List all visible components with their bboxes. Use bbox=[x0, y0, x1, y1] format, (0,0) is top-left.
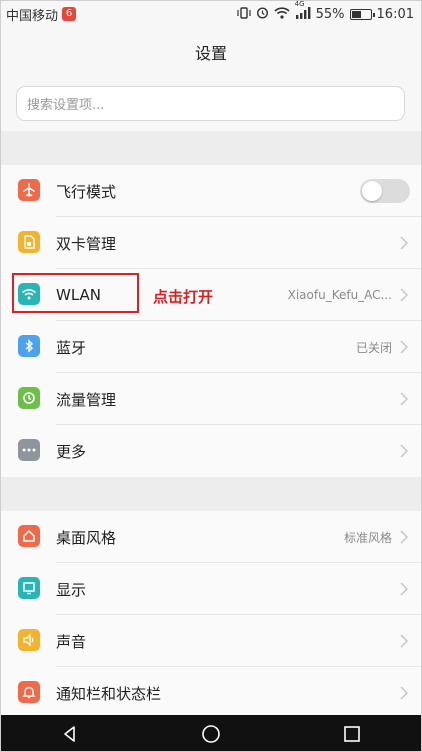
back-button[interactable] bbox=[50, 719, 90, 749]
chevron-right-icon bbox=[400, 634, 409, 648]
settings-item-label: 双卡管理 bbox=[56, 234, 117, 253]
page-title: 设置 bbox=[194, 44, 227, 63]
page-title-bar: 设置 bbox=[0, 28, 422, 76]
wifi-status-icon bbox=[274, 6, 290, 22]
chevron-right-icon bbox=[400, 288, 409, 302]
chevron-right-icon bbox=[400, 582, 409, 596]
settings-item-data-usage[interactable]: 流量管理 bbox=[0, 373, 422, 425]
search-input[interactable]: 搜索设置项... bbox=[16, 86, 405, 121]
chevron-right-icon bbox=[400, 530, 409, 544]
display-icon bbox=[18, 577, 40, 599]
search-area: 搜索设置项... bbox=[0, 76, 422, 131]
chevron-right-icon bbox=[400, 340, 409, 354]
sound-icon bbox=[18, 629, 40, 651]
network-type: 4G bbox=[294, 0, 305, 8]
settings-item-notifications[interactable]: 通知栏和状态栏 bbox=[0, 667, 422, 719]
clock-time: 16:01 bbox=[376, 6, 414, 22]
battery-icon bbox=[349, 8, 375, 20]
chevron-right-icon bbox=[400, 392, 409, 406]
chevron-right-icon bbox=[400, 236, 409, 250]
chevron-right-icon bbox=[400, 686, 409, 700]
home-style-value: 标准风格 bbox=[343, 530, 392, 545]
home-button[interactable] bbox=[191, 719, 231, 749]
data-usage-icon bbox=[18, 387, 40, 409]
settings-item-home-style[interactable]: 桌面风格 标准风格 bbox=[0, 511, 422, 563]
home-circle-icon bbox=[202, 724, 220, 743]
settings-item-label: 声音 bbox=[56, 632, 87, 651]
bluetooth-icon bbox=[18, 335, 40, 357]
carrier-name: 中国移动 bbox=[6, 8, 59, 24]
settings-item-dual-sim[interactable]: 双卡管理 bbox=[0, 217, 422, 269]
signal-icon: 4G bbox=[295, 0, 311, 22]
settings-group-display: 桌面风格 标准风格 显示 声音 通知栏和状态栏 bbox=[0, 511, 422, 719]
sim-card-icon bbox=[18, 231, 40, 253]
wlan-network-name: Xiaofu_Kefu_AC... bbox=[287, 288, 392, 302]
airplane-icon bbox=[18, 179, 40, 201]
settings-item-label: 桌面风格 bbox=[56, 528, 117, 547]
settings-item-label: 流量管理 bbox=[56, 390, 117, 409]
search-placeholder: 搜索设置项... bbox=[27, 98, 105, 113]
home-icon bbox=[18, 525, 40, 547]
settings-item-airplane-mode[interactable]: 飞行模式 bbox=[0, 165, 422, 217]
settings-item-label: 更多 bbox=[56, 442, 87, 461]
recents-button[interactable] bbox=[332, 719, 372, 749]
settings-item-display[interactable]: 显示 bbox=[0, 563, 422, 615]
section-gap bbox=[0, 477, 422, 511]
carrier-badge-icon: 6 bbox=[62, 7, 77, 21]
settings-item-label: 通知栏和状态栏 bbox=[56, 684, 162, 703]
settings-item-label: 蓝牙 bbox=[56, 338, 87, 357]
settings-item-more[interactable]: 更多 bbox=[0, 425, 422, 477]
battery-percent: 55% bbox=[315, 6, 345, 22]
settings-group-network: 飞行模式 双卡管理 WLAN Xiaofu_Kefu_AC... 蓝牙 已关闭 bbox=[0, 165, 422, 477]
bluetooth-status: 已关闭 bbox=[355, 340, 392, 355]
airplane-mode-toggle[interactable] bbox=[360, 179, 410, 203]
settings-item-bluetooth[interactable]: 蓝牙 已关闭 bbox=[0, 321, 422, 373]
settings-item-label: 显示 bbox=[56, 580, 87, 599]
back-triangle-icon bbox=[64, 725, 76, 742]
bell-icon bbox=[18, 681, 40, 703]
vibrate-icon bbox=[237, 6, 251, 22]
section-gap bbox=[0, 131, 422, 165]
chevron-right-icon bbox=[400, 444, 409, 458]
recents-square-icon bbox=[343, 725, 360, 742]
status-bar: 中国移动 6 4G 55% 16:01 bbox=[0, 0, 422, 28]
settings-item-label: 飞行模式 bbox=[56, 182, 117, 201]
alarm-icon bbox=[256, 6, 269, 22]
tap-to-open-annotation: 点击打开 bbox=[153, 288, 214, 306]
navigation-bar bbox=[0, 715, 422, 752]
settings-item-sound[interactable]: 声音 bbox=[0, 615, 422, 667]
wlan-highlight-box bbox=[12, 273, 139, 313]
toggle-knob bbox=[362, 181, 382, 201]
more-icon bbox=[18, 439, 40, 461]
